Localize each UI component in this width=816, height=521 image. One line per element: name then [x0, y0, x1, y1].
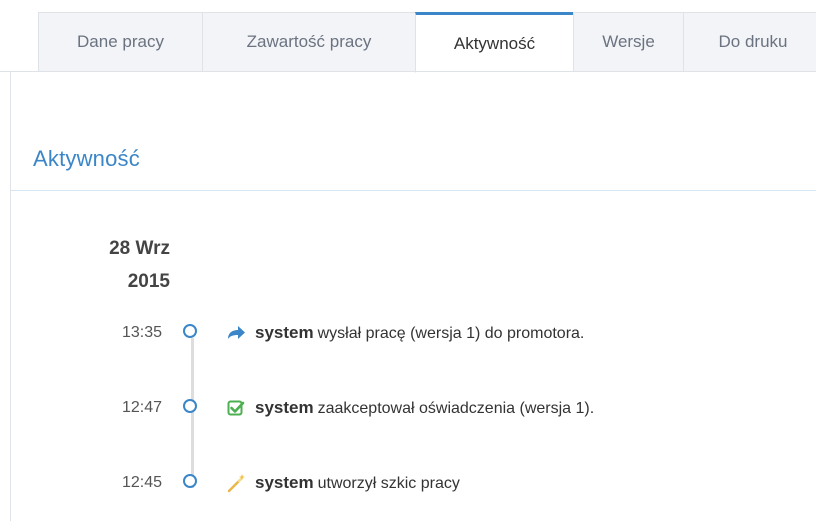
date-year: 2015 — [127, 271, 170, 292]
tab-aktywnosc[interactable]: Aktywność — [415, 12, 573, 73]
date-day-month: 28 Wrz — [109, 238, 170, 259]
entry-message: utworzył szkic pracy — [317, 475, 460, 492]
tab-do-druku[interactable]: Do druku — [683, 12, 816, 72]
entry-actor: system — [255, 323, 314, 342]
tab-dane-pracy[interactable]: Dane pracy — [38, 12, 202, 72]
timeline-entry: 13:35 system wysłał pracę (wersja 1) do p… — [0, 318, 816, 348]
entry-time: 12:47 — [121, 399, 162, 416]
timeline-dot-icon — [183, 324, 197, 338]
app-root: Dane pracy Zawartość pracy Aktywność Wer… — [0, 0, 816, 521]
tab-bar: Dane pracy Zawartość pracy Aktywność Wer… — [38, 12, 816, 73]
timeline-entry: 12:47 system zaakceptował oświadczenia (w… — [0, 393, 816, 423]
check-square-icon — [226, 398, 246, 418]
tab-wersje[interactable]: Wersje — [573, 12, 683, 72]
magic-wand-icon — [226, 473, 246, 493]
entry-time: 12:45 — [121, 474, 162, 491]
entry-time: 13:35 — [121, 324, 162, 341]
timeline-entry: 12:45 system utworzył szkic pracy — [0, 468, 816, 498]
entry-actor: system — [255, 398, 314, 417]
section-title: Aktywność — [33, 146, 140, 171]
entry-text: system zaakceptował oświadczenia (wersja … — [255, 393, 594, 424]
entry-message: zaakceptował oświadczenia (wersja 1). — [317, 400, 595, 417]
entry-actor: system — [255, 473, 314, 492]
tab-zawartosc-pracy[interactable]: Zawartość pracy — [202, 12, 415, 72]
section-divider — [11, 190, 816, 191]
timeline-dot-icon — [183, 399, 197, 413]
entry-text: system utworzył szkic pracy — [255, 468, 460, 499]
entry-text: system wysłał pracę (wersja 1) do promoto… — [255, 318, 584, 349]
date-header: 28 Wrz 2015 — [70, 232, 170, 298]
share-arrow-icon — [226, 323, 246, 343]
timeline-dot-icon — [183, 474, 197, 488]
entry-message: wysłał pracę (wersja 1) do promotora. — [317, 325, 585, 342]
